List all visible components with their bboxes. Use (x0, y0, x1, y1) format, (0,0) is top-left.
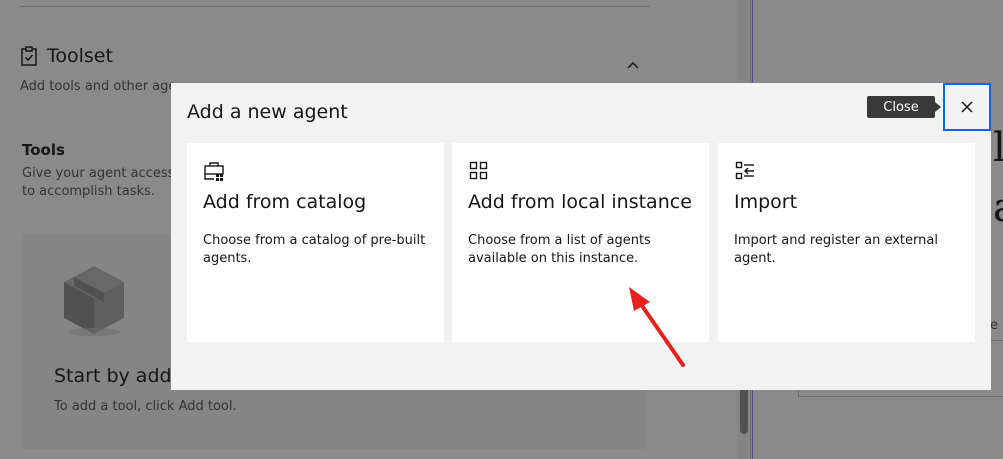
tile-title: Add from local instance (468, 191, 692, 213)
add-from-catalog-tile[interactable]: Add from catalog Choose from a catalog o… (187, 143, 444, 342)
import-list-icon (735, 161, 754, 180)
annotation-arrow-icon (629, 287, 685, 367)
tile-description: Choose from a catalog of pre-built agent… (203, 233, 426, 266)
modal-title: Add a new agent (187, 101, 348, 123)
import-tile[interactable]: Import Import and register an external a… (718, 143, 975, 342)
tile-title: Add from catalog (203, 191, 367, 213)
tile-description: Choose from a list of agents available o… (468, 233, 651, 266)
close-tooltip: Close (867, 96, 941, 118)
tile-description: Import and register an external agent. (734, 233, 938, 266)
catalog-icon (204, 162, 224, 181)
grid-icon (469, 161, 488, 180)
add-agent-modal: Add a new agent Add from catalog Choose … (171, 83, 991, 390)
close-button[interactable] (943, 83, 991, 131)
close-icon (961, 101, 973, 113)
tile-title: Import (734, 191, 798, 213)
